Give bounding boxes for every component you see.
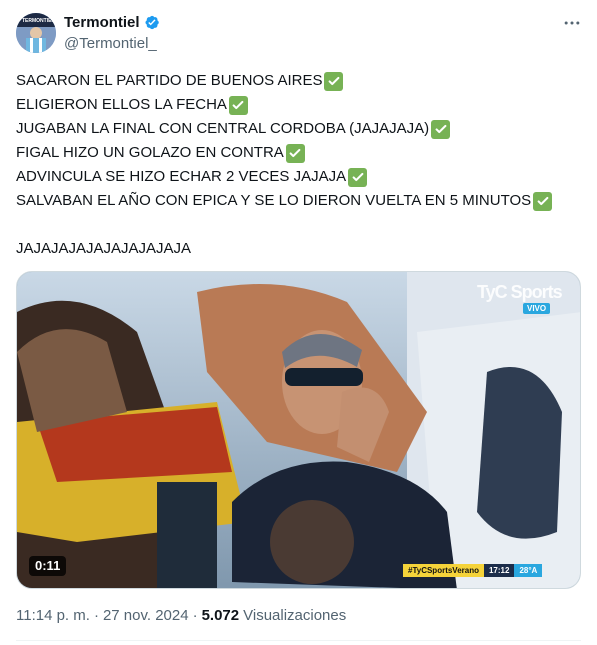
separator: · [192, 607, 198, 624]
tweet-line-text: FIGAL HIZO UN GOLAZO EN CONTRA [16, 144, 284, 161]
video-duration-badge: 0:11 [29, 556, 67, 576]
tweet: TERMONTIEL Termontiel @Termontiel_ SACAR… [0, 0, 597, 645]
tweet-line: ADVINCULA SE HIZO ECHAR 2 VECES JAJAJA [16, 165, 581, 189]
handle[interactable]: @Termontiel_ [64, 35, 157, 52]
author-name-row: Termontiel [64, 14, 160, 31]
svg-text:TERMONTIEL: TERMONTIEL [22, 18, 55, 24]
tweet-line: FIGAL HIZO UN GOLAZO EN CONTRA [16, 141, 581, 165]
check-mark-emoji-icon [228, 95, 248, 115]
tweet-line: SACARON EL PARTIDO DE BUENOS AIRES [16, 69, 581, 93]
avatar[interactable]: TERMONTIEL [16, 13, 56, 53]
check-mark-emoji-icon [285, 143, 305, 163]
tweet-line: ELIGIERON ELLOS LA FECHA [16, 93, 581, 117]
tweet-line-text: SACARON EL PARTIDO DE BUENOS AIRES [16, 72, 323, 89]
verified-badge-icon [143, 14, 160, 31]
ticker-temp: 28°A [514, 564, 543, 577]
broadcast-ticker: #TyCSportsVerano 17:12 28°A [403, 564, 543, 577]
divider [16, 640, 581, 641]
more-options-icon[interactable] [559, 12, 585, 34]
tweet-closing-line: JAJAJAJAJAJAJAJAJAJA [16, 237, 581, 261]
check-mark-emoji-icon [431, 119, 451, 139]
video-frame [17, 272, 580, 588]
views-label: Visualizaciones [243, 607, 347, 624]
display-name[interactable]: Termontiel [64, 14, 140, 31]
live-badge: VIVO [523, 303, 551, 314]
ticker-clock: 17:12 [483, 564, 515, 577]
video-player[interactable]: TyC Sports VIVO #TyCSportsVerano 17:12 2… [16, 271, 581, 589]
tweet-line-text: ELIGIERON ELLOS LA FECHA [16, 96, 227, 113]
check-mark-emoji-icon [324, 71, 344, 91]
check-mark-emoji-icon [533, 191, 553, 211]
views-count[interactable]: 5.072 [202, 607, 240, 624]
tweet-line-text: ADVINCULA SE HIZO ECHAR 2 VECES JAJAJA [16, 168, 347, 185]
check-mark-emoji-icon [348, 167, 368, 187]
separator: · [93, 607, 99, 624]
broadcaster-logo: TyC Sports [477, 282, 563, 302]
ticker-tag: #TyCSportsVerano [403, 564, 484, 577]
tweet-line: SALVABAN EL AÑO CON EPICA Y SE LO DIERON… [16, 189, 581, 213]
post-date[interactable]: 27 nov. 2024 [103, 607, 189, 624]
post-time[interactable]: 11:14 p. m. [16, 607, 90, 624]
tweet-line-text: JUGABAN LA FINAL CON CENTRAL CORDOBA (JA… [16, 120, 430, 137]
tweet-text: SACARON EL PARTIDO DE BUENOS AIRES ELIGI… [16, 69, 581, 261]
tweet-line: JUGABAN LA FINAL CON CENTRAL CORDOBA (JA… [16, 117, 581, 141]
avatar-image: TERMONTIEL [16, 13, 56, 53]
tweet-metadata: 11:14 p. m. · 27 nov. 2024 · 5.072 Visua… [16, 607, 346, 624]
tweet-line-text: SALVABAN EL AÑO CON EPICA Y SE LO DIERON… [16, 192, 532, 209]
tweet-closing-text: JAJAJAJAJAJAJAJAJAJA [16, 240, 192, 257]
